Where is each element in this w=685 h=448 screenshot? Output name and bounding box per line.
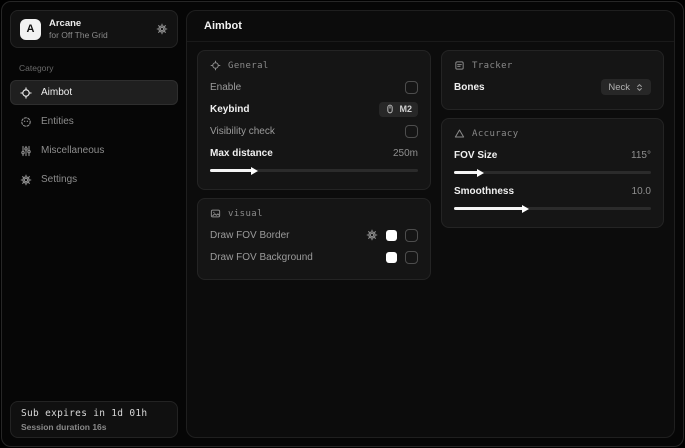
keybind-label: Keybind bbox=[210, 104, 249, 115]
draw-fov-background-row: Draw FOV Background bbox=[210, 246, 418, 268]
gear-icon[interactable] bbox=[156, 23, 168, 35]
tracker-icon bbox=[454, 60, 465, 71]
draw-fov-background-label: Draw FOV Background bbox=[210, 252, 313, 263]
tracker-section: Tracker Bones Neck bbox=[441, 50, 664, 110]
app-logo: A bbox=[20, 19, 41, 40]
mouse-icon bbox=[385, 104, 395, 114]
gear-icon bbox=[20, 174, 32, 186]
slider-thumb[interactable] bbox=[477, 169, 484, 177]
sidebar-item-settings[interactable]: Settings bbox=[10, 167, 178, 192]
general-section: General Enable Keybind bbox=[197, 50, 431, 190]
fov-size-label: FOV Size bbox=[454, 150, 497, 161]
visibility-check-label: Visibility check bbox=[210, 126, 275, 137]
smoothness-label: Smoothness bbox=[454, 186, 514, 197]
sidebar-header: A Arcane for Off The Grid bbox=[10, 10, 178, 48]
visibility-check-checkbox[interactable] bbox=[405, 125, 418, 138]
enable-label: Enable bbox=[210, 82, 241, 93]
sidebar: A Arcane for Off The Grid Category bbox=[10, 10, 178, 438]
visibility-check-row: Visibility check bbox=[210, 120, 418, 142]
sliders-icon bbox=[20, 145, 32, 157]
enable-row: Enable bbox=[210, 76, 418, 98]
draw-fov-background-checkbox[interactable] bbox=[405, 251, 418, 264]
category-label: Category bbox=[19, 63, 169, 73]
section-title: Accuracy bbox=[472, 129, 519, 139]
accuracy-section: Accuracy FOV Size 115° Smoothness 10.0 bbox=[441, 118, 664, 228]
smoothness-row: Smoothness 10.0 bbox=[454, 180, 651, 202]
gear-icon[interactable] bbox=[366, 229, 378, 241]
chevron-up-down-icon bbox=[635, 83, 644, 92]
crosshair-icon bbox=[20, 87, 32, 99]
section-title: visual bbox=[228, 209, 263, 219]
triangle-icon bbox=[454, 128, 465, 139]
keybind-value: M2 bbox=[399, 104, 412, 114]
crosshair-icon bbox=[210, 60, 221, 71]
subscription-status: Sub expires in 1d 01h Session duration 1… bbox=[10, 401, 178, 438]
draw-fov-border-label: Draw FOV Border bbox=[210, 230, 289, 241]
visual-section: visual Draw FOV Border bbox=[197, 198, 431, 280]
sidebar-item-miscellaneous[interactable]: Miscellaneous bbox=[10, 138, 178, 163]
fov-background-color-swatch[interactable] bbox=[386, 252, 397, 263]
slider-thumb[interactable] bbox=[251, 167, 258, 175]
fov-size-slider[interactable] bbox=[454, 171, 651, 174]
sidebar-item-label: Settings bbox=[41, 174, 77, 185]
section-title: Tracker bbox=[472, 61, 513, 71]
sidebar-item-entities[interactable]: Entities bbox=[10, 109, 178, 134]
sidebar-nav: Aimbot Entities bbox=[10, 80, 178, 192]
sidebar-item-label: Entities bbox=[41, 116, 74, 127]
sidebar-item-aimbot[interactable]: Aimbot bbox=[10, 80, 178, 105]
smoothness-value: 10.0 bbox=[632, 186, 651, 197]
app-window: A Arcane for Off The Grid Category bbox=[1, 1, 684, 447]
fov-border-color-swatch[interactable] bbox=[386, 230, 397, 241]
sidebar-item-label: Aimbot bbox=[41, 87, 72, 98]
app-name: Arcane bbox=[49, 18, 108, 30]
max-distance-slider[interactable] bbox=[210, 169, 418, 172]
image-icon bbox=[210, 208, 221, 219]
draw-fov-border-checkbox[interactable] bbox=[405, 229, 418, 242]
keybind-row: Keybind M2 bbox=[210, 98, 418, 120]
page-title: Aimbot bbox=[187, 11, 674, 42]
bones-selected-value: Neck bbox=[608, 82, 630, 93]
draw-fov-border-row: Draw FOV Border bbox=[210, 224, 418, 246]
bones-select[interactable]: Neck bbox=[601, 79, 651, 95]
keybind-button[interactable]: M2 bbox=[379, 102, 418, 117]
bones-label: Bones bbox=[454, 82, 485, 93]
max-distance-label: Max distance bbox=[210, 148, 273, 159]
app-subtitle: for Off The Grid bbox=[49, 30, 108, 41]
slider-thumb[interactable] bbox=[522, 205, 529, 213]
smoothness-slider[interactable] bbox=[454, 207, 651, 210]
session-duration-text: Session duration 16s bbox=[21, 422, 167, 432]
sub-expiry-text: Sub expires in 1d 01h bbox=[21, 408, 167, 419]
entity-icon bbox=[20, 116, 32, 128]
max-distance-value: 250m bbox=[393, 148, 418, 159]
max-distance-row: Max distance 250m bbox=[210, 142, 418, 164]
bones-row: Bones Neck bbox=[454, 76, 651, 98]
enable-checkbox[interactable] bbox=[405, 81, 418, 94]
sidebar-item-label: Miscellaneous bbox=[41, 145, 104, 156]
fov-size-row: FOV Size 115° bbox=[454, 144, 651, 166]
main-panel: Aimbot General Enable bbox=[186, 10, 675, 438]
section-title: General bbox=[228, 61, 269, 71]
fov-size-value: 115° bbox=[631, 150, 651, 161]
